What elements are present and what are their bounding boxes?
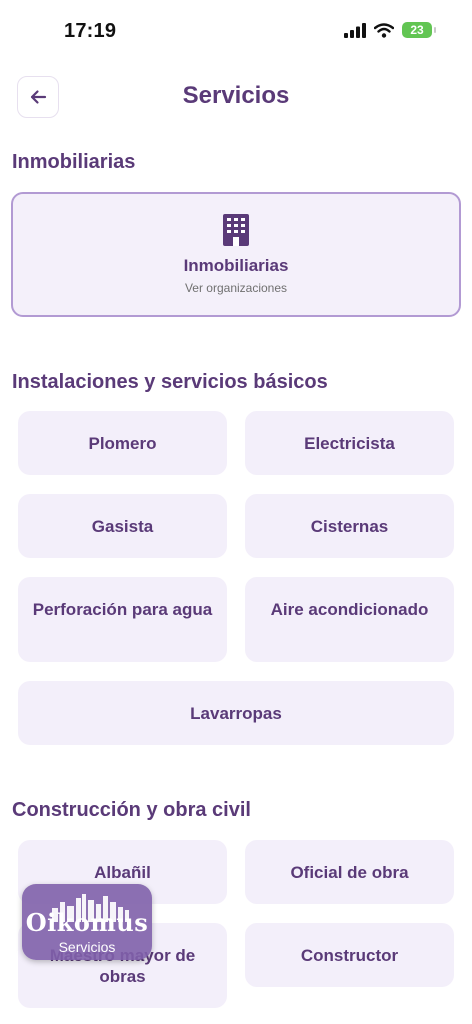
- status-icons: 23: [344, 22, 436, 38]
- service-tile-perforacion[interactable]: Perforación para agua: [18, 577, 227, 662]
- header: Servicios: [0, 72, 472, 124]
- oikomus-floating-button[interactable]: Oikomus Servicios: [22, 884, 152, 960]
- section-title-inmobiliarias: Inmobiliarias: [12, 151, 136, 173]
- wifi-icon: [374, 22, 394, 38]
- service-tile-aire-acondicionado[interactable]: Aire acondicionado: [245, 577, 454, 662]
- inmobiliarias-card-title: Inmobiliarias: [183, 256, 289, 275]
- battery-icon: 23: [402, 22, 436, 38]
- fab-label: Servicios: [58, 939, 116, 955]
- service-tile-gasista[interactable]: Gasista: [18, 494, 227, 558]
- inmobiliarias-card[interactable]: Inmobiliarias Ver organizaciones: [11, 192, 461, 317]
- page-title: Servicios: [182, 82, 290, 109]
- service-tile-constructor[interactable]: Constructor: [245, 923, 454, 987]
- status-bar: 17:19 23: [0, 0, 472, 64]
- service-tile-electricista[interactable]: Electricista: [245, 411, 454, 475]
- cellular-signal-icon: [344, 22, 366, 38]
- service-tile-lavarropas[interactable]: Lavarropas: [18, 681, 454, 745]
- service-tile-oficial-de-obra[interactable]: Oficial de obra: [245, 840, 454, 904]
- section-title-construccion: Construcción y obra civil: [12, 799, 251, 821]
- section-title-instalaciones: Instalaciones y servicios básicos: [12, 371, 328, 393]
- inmobiliarias-card-subtitle: Ver organizaciones: [184, 281, 288, 295]
- status-time: 17:19: [64, 20, 117, 42]
- oikomus-logo-text: Oikomus: [25, 908, 149, 937]
- battery-level: 23: [410, 23, 424, 37]
- building-icon: [223, 214, 249, 246]
- service-tile-cisternas[interactable]: Cisternas: [245, 494, 454, 558]
- service-tile-plomero[interactable]: Plomero: [18, 411, 227, 475]
